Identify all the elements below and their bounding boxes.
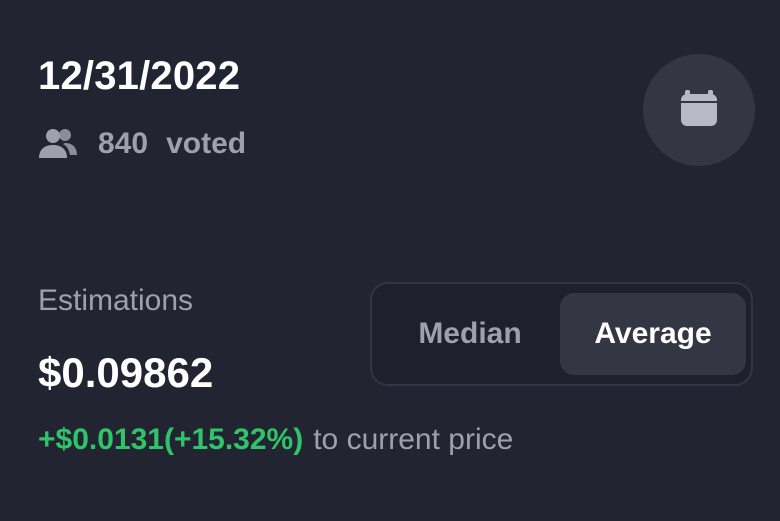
prediction-card: 12/31/2022 840 voted Estimations $0.0986… <box>0 0 780 521</box>
voters-info: 840 voted <box>38 124 246 164</box>
price-change-suffix: to current price <box>313 423 514 456</box>
price-change: +$0.0131(+15.32%) to current price <box>38 420 513 460</box>
calendar-button[interactable] <box>643 54 755 166</box>
average-option[interactable]: Average <box>560 293 746 375</box>
forecast-date: 12/31/2022 <box>38 54 241 98</box>
estimation-mode-toggle: Median Average <box>370 282 753 386</box>
median-option[interactable]: Median <box>382 293 558 375</box>
price-change-delta: +$0.0131(+15.32%) <box>38 423 304 456</box>
votes-count: 840 <box>98 127 149 160</box>
users-icon <box>38 127 78 161</box>
estimation-value: $0.09862 <box>38 349 214 396</box>
calendar-icon <box>679 88 719 133</box>
estimations-label: Estimations <box>38 284 194 317</box>
votes-label: voted <box>166 127 247 160</box>
